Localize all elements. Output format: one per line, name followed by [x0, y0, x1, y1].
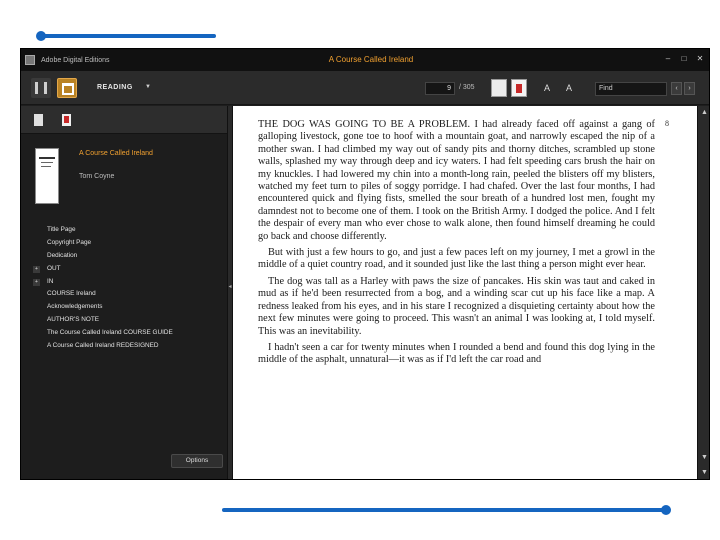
minimize-button[interactable]: –	[663, 54, 673, 64]
book-author: Tom Coyne	[79, 173, 115, 180]
sidebar-tabs	[21, 106, 227, 134]
book-info: A Course Called Ireland Tom Coyne	[33, 142, 223, 204]
toc-item-acknowledgements[interactable]: Acknowledgements	[21, 301, 227, 314]
scroll-up-arrow-icon[interactable]: ▲	[698, 106, 709, 120]
tab-bookmarks[interactable]	[59, 111, 75, 129]
toc-item-label: AUTHOR'S NOTE	[47, 316, 99, 324]
toc-item-label: Copyright Page	[47, 238, 92, 246]
page-number-input[interactable]: 9	[425, 82, 455, 95]
toc-item-course-ireland[interactable]: COURSE Ireland	[21, 288, 227, 301]
toc-item-title-page[interactable]: Title Page	[21, 224, 227, 237]
sidebar: A Course Called Ireland Tom Coyne Title …	[21, 106, 227, 479]
page-thumbnail-icon	[34, 114, 43, 126]
toc-item-course-guide[interactable]: The Course Called Ireland COURSE GUIDE	[21, 327, 227, 340]
page-down-arrow-icon[interactable]: ▼	[698, 451, 709, 465]
find-next-button[interactable]: ›	[684, 82, 695, 95]
collapse-icon[interactable]: ◂	[228, 279, 232, 295]
toc-item-label: IN	[47, 277, 54, 285]
increase-font-button[interactable]: A	[561, 79, 577, 97]
fit-page-button[interactable]	[511, 79, 527, 97]
cover-title-mark	[39, 157, 55, 159]
decoration-line-bottom	[222, 508, 666, 512]
options-button[interactable]: Options	[171, 454, 223, 468]
toc-item-label: The Course Called Ireland COURSE GUIDE	[47, 329, 173, 337]
find-previous-button[interactable]: ‹	[671, 82, 682, 95]
scroll-down-arrow-icon[interactable]: ▼	[698, 466, 709, 479]
book-cover-thumbnail[interactable]	[35, 148, 59, 204]
cover-text-mark	[41, 162, 53, 163]
paragraph: THE DOG WAS GOING TO BE A PROBLEM. I had…	[258, 119, 655, 242]
toc-item-out[interactable]: + OUT	[21, 263, 227, 276]
tab-thumbnails[interactable]	[31, 111, 47, 129]
title-bar: Adobe Digital Editions A Course Called I…	[21, 49, 709, 71]
find-input[interactable]: Find	[595, 82, 667, 96]
close-button[interactable]: ✕	[695, 54, 705, 64]
library-view-button[interactable]	[31, 78, 51, 98]
toc-item-label: OUT	[47, 264, 61, 272]
bookmark-icon	[64, 116, 69, 123]
maximize-button[interactable]: □	[679, 54, 689, 64]
toc-item-copyright-page[interactable]: Copyright Page	[21, 237, 227, 250]
decoration-dot-bottom	[661, 505, 671, 515]
expand-icon[interactable]: +	[33, 278, 40, 286]
toolbar: READING ▼ 9 / 305 A A Find ‹ ›	[21, 71, 709, 105]
window-controls: – □ ✕	[663, 54, 705, 64]
decoration-line-top	[40, 34, 216, 38]
expand-icon[interactable]: +	[33, 265, 40, 273]
paragraph: But with just a few hours to go, and jus…	[258, 247, 655, 271]
document-title: A Course Called Ireland	[328, 55, 414, 64]
toc-item-dedication[interactable]: Dedication	[21, 250, 227, 263]
toc-item-redesigned[interactable]: A Course Called Ireland REDESIGNED	[21, 340, 227, 353]
app-icon	[25, 55, 35, 65]
adobe-digital-editions-window: Adobe Digital Editions A Course Called I…	[20, 48, 710, 480]
table-of-contents: Title Page Copyright Page Dedication + O…	[21, 224, 227, 353]
toc-item-authors-note[interactable]: AUTHOR'S NOTE	[21, 314, 227, 327]
paragraph: I hadn't seen a car for twenty minutes w…	[258, 341, 655, 366]
fit-width-button[interactable]	[491, 79, 507, 97]
vertical-scrollbar[interactable]: ▲ ▼ ▼	[697, 106, 709, 479]
reading-pane: THE DOG WAS GOING TO BE A PROBLEM. I had…	[233, 106, 697, 479]
chevron-down-icon[interactable]: ▼	[145, 84, 151, 90]
page-total: / 305	[459, 84, 475, 91]
page-text: THE DOG WAS GOING TO BE A PROBLEM. I had…	[258, 119, 655, 371]
open-book-icon	[62, 83, 74, 95]
page-icon	[516, 84, 522, 93]
toc-item-label: A Course Called Ireland REDESIGNED	[47, 342, 159, 350]
view-mode-label[interactable]: READING	[97, 84, 133, 91]
cover-text-mark	[41, 166, 51, 167]
toc-item-label: Acknowledgements	[47, 303, 103, 311]
slide-page: Adobe Digital Editions A Course Called I…	[0, 0, 720, 540]
library-icon	[35, 82, 47, 94]
page-number: 8	[665, 119, 669, 128]
decrease-font-button[interactable]: A	[539, 79, 555, 97]
app-name: Adobe Digital Editions	[41, 56, 110, 64]
paragraph: The dog was tall as a Harley with paws t…	[258, 275, 655, 337]
toc-item-label: COURSE Ireland	[47, 290, 96, 298]
toc-item-in[interactable]: + IN	[21, 276, 227, 289]
toc-item-label: Dedication	[47, 251, 78, 259]
toc-item-label: Title Page	[47, 226, 76, 233]
book-title: A Course Called Ireland	[79, 150, 153, 157]
reading-view-button[interactable]	[57, 78, 77, 98]
